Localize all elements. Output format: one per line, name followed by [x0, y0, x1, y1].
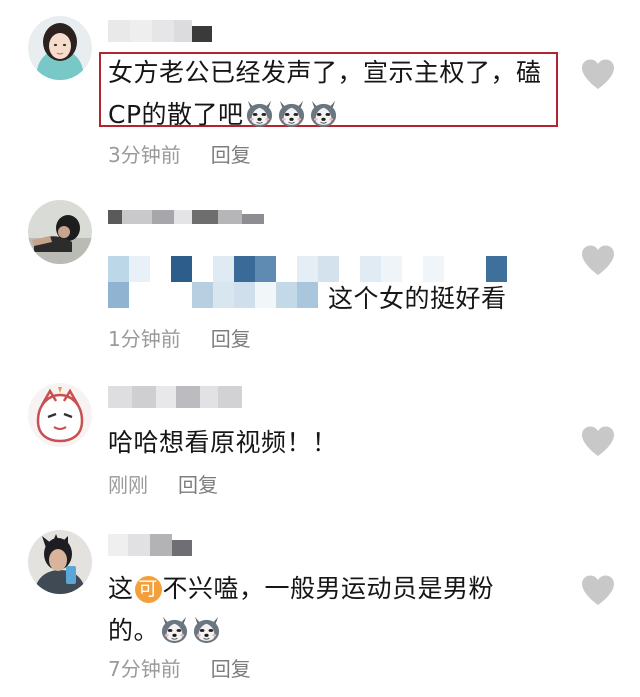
- comment-text: 女方老公已经发声了，宣示主权了，磕 CP的散了吧: [108, 52, 563, 136]
- timestamp: 3分钟前: [108, 143, 181, 167]
- like-heart-icon[interactable]: [580, 58, 616, 90]
- like-heart-icon[interactable]: [580, 574, 616, 606]
- avatar[interactable]: [28, 530, 92, 594]
- reply-button[interactable]: 回复: [211, 657, 251, 681]
- comment-text: 这可不兴嗑，一般男运动员是男粉 的。: [108, 568, 563, 652]
- comment-text-visible: 这个女的挺好看: [328, 284, 507, 313]
- avatar[interactable]: [28, 16, 92, 80]
- comment-meta: 刚刚 回复: [108, 472, 218, 498]
- like-heart-icon[interactable]: [580, 425, 616, 457]
- avatar[interactable]: [28, 383, 92, 447]
- timestamp: 刚刚: [108, 473, 148, 497]
- reply-button[interactable]: 回复: [211, 327, 251, 351]
- comment-meta: 1分钟前 回复: [108, 326, 251, 352]
- comment-text-line-2-text: 的。: [108, 616, 160, 645]
- husky-emoji-icon: [191, 614, 222, 645]
- timestamp: 7分钟前: [108, 657, 181, 681]
- reply-button[interactable]: 回复: [178, 473, 218, 497]
- comment-text-line-2-text: CP的散了吧: [108, 100, 244, 129]
- comment-text-line-1: 女方老公已经发声了，宣示主权了，磕: [108, 58, 542, 87]
- comment-text-line-1: 这可不兴嗑，一般男运动员是男粉: [108, 568, 563, 610]
- comment-text-prefix: 这: [108, 574, 134, 603]
- husky-emoji-icon: [308, 98, 339, 129]
- reply-button[interactable]: 回复: [211, 143, 251, 167]
- comment-text-content: 哈哈想看原视频！！: [108, 428, 338, 457]
- comment-meta: 3分钟前 回复: [108, 142, 251, 168]
- timestamp: 1分钟前: [108, 327, 181, 351]
- husky-emoji-icon: [159, 614, 190, 645]
- like-heart-icon[interactable]: [580, 244, 616, 276]
- husky-emoji-icon: [244, 98, 275, 129]
- ke-badge-icon: 可: [134, 576, 162, 603]
- husky-emoji-icon: [276, 98, 307, 129]
- comment-text-line-2: CP的散了吧: [108, 94, 563, 136]
- comment-text: 这个女的挺好看: [328, 278, 548, 320]
- comment-text: 哈哈想看原视频！！: [108, 422, 563, 464]
- avatar[interactable]: [28, 200, 92, 264]
- comment-text-line-2: 的。: [108, 610, 563, 652]
- comment-meta: 7分钟前 回复: [108, 656, 251, 682]
- comment-text-suffix: 不兴嗑，一般男运动员是男粉: [162, 574, 495, 603]
